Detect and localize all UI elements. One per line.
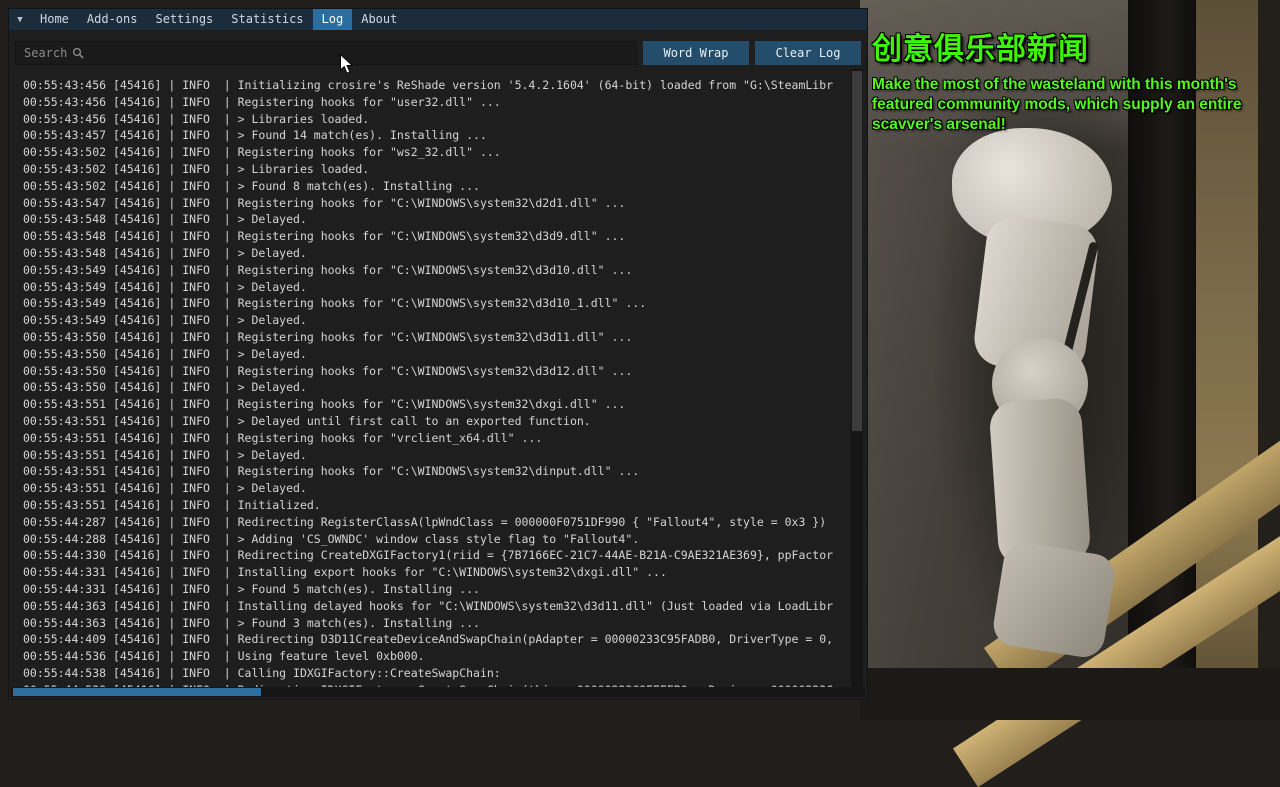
search-input[interactable]: Search (15, 41, 637, 65)
log-line: 00:55:44:287 [45416] | INFO | Redirectin… (23, 514, 827, 529)
log-toolbar: Search Word Wrap Clear Log (15, 41, 861, 65)
log-line: 00:55:44:330 [45416] | INFO | Redirectin… (23, 548, 834, 563)
tab-log[interactable]: Log (312, 9, 353, 30)
log-line: 00:55:43:502 [45416] | INFO | > Found 8 … (23, 178, 480, 193)
log-line: 00:55:43:549 [45416] | INFO | > Delayed. (23, 279, 307, 294)
tab-home[interactable]: Home (31, 9, 78, 30)
news-body-line: scavver's arsenal! (872, 116, 1006, 133)
bg-floor (860, 668, 1280, 720)
log-output[interactable]: 00:55:43:456 [45416] | INFO | Initializi… (15, 69, 847, 689)
log-line: 00:55:43:549 [45416] | INFO | > Delayed. (23, 313, 307, 328)
collapse-arrow-icon[interactable]: ▼ (9, 9, 31, 30)
log-line: 00:55:43:551 [45416] | INFO | > Delayed … (23, 413, 591, 428)
log-line: 00:55:43:551 [45416] | INFO | Registerin… (23, 397, 626, 412)
search-placeholder: Search (24, 46, 68, 60)
clear-log-button[interactable]: Clear Log (755, 41, 861, 65)
log-line: 00:55:44:288 [45416] | INFO | > Adding '… (23, 531, 640, 546)
search-icon (73, 47, 84, 59)
log-line: 00:55:43:551 [45416] | INFO | > Delayed. (23, 447, 307, 462)
log-line: 00:55:43:547 [45416] | INFO | Registerin… (23, 195, 626, 210)
log-line: 00:55:44:363 [45416] | INFO | > Found 3 … (23, 615, 480, 630)
reshade-overlay-window: ▼ Home Add-ons Settings Statistics Log About … (8, 8, 868, 700)
news-body-line: featured community mods, which supply an… (872, 96, 1242, 113)
log-line: 00:55:44:331 [45416] | INFO | Installing… (23, 565, 667, 580)
log-line: 00:55:43:551 [45416] | INFO | > Delayed. (23, 481, 307, 496)
log-line: 00:55:43:550 [45416] | INFO | Registerin… (23, 329, 633, 344)
horizontal-scrollbar[interactable] (11, 687, 865, 697)
log-line: 00:55:44:536 [45416] | INFO | Using feat… (23, 649, 425, 664)
log-line: 00:55:43:550 [45416] | INFO | > Delayed. (23, 380, 307, 395)
log-line: 00:55:44:331 [45416] | INFO | > Found 5 … (23, 581, 480, 596)
log-line: 00:55:43:457 [45416] | INFO | > Found 14… (23, 128, 487, 143)
robot-arm-forearm (988, 396, 1092, 569)
log-line: 00:55:43:456 [45416] | INFO | Registerin… (23, 94, 501, 109)
news-body: Make the most of the wasteland with this… (872, 75, 1274, 135)
vertical-scrollbar[interactable] (851, 69, 863, 689)
log-line: 00:55:43:550 [45416] | INFO | > Delayed. (23, 346, 307, 361)
tab-add-ons[interactable]: Add-ons (78, 9, 147, 30)
mouse-cursor (340, 53, 355, 80)
log-line: 00:55:43:549 [45416] | INFO | Registerin… (23, 262, 633, 277)
log-line: 00:55:44:538 [45416] | INFO | Calling ID… (23, 665, 501, 680)
log-line: 00:55:43:548 [45416] | INFO | > Delayed. (23, 245, 307, 260)
tab-settings[interactable]: Settings (146, 9, 222, 30)
log-line: 00:55:43:551 [45416] | INFO | Initialize… (23, 497, 321, 512)
tab-statistics[interactable]: Statistics (222, 9, 312, 30)
tab-strip: Home Add-ons Settings Statistics Log About (31, 9, 406, 30)
robot-arm-hand (990, 539, 1118, 661)
log-line: 00:55:43:550 [45416] | INFO | Registerin… (23, 363, 633, 378)
log-line: 00:55:43:456 [45416] | INFO | > Librarie… (23, 111, 370, 126)
log-line: 00:55:43:502 [45416] | INFO | > Librarie… (23, 161, 370, 176)
log-line: 00:55:43:548 [45416] | INFO | > Delayed. (23, 212, 307, 227)
news-body-line: Make the most of the wasteland with this… (872, 76, 1237, 93)
log-line: 00:55:43:456 [45416] | INFO | Initializi… (23, 78, 834, 92)
log-line: 00:55:44:363 [45416] | INFO | Installing… (23, 598, 834, 613)
creation-club-news: 创意俱乐部新闻 Make the most of the wasteland w… (872, 24, 1274, 135)
log-line: 00:55:43:551 [45416] | INFO | Registerin… (23, 430, 543, 445)
log-line: 00:55:43:551 [45416] | INFO | Registerin… (23, 464, 640, 479)
log-line: 00:55:43:549 [45416] | INFO | Registerin… (23, 296, 647, 311)
tab-about[interactable]: About (352, 9, 406, 30)
news-title: 创意俱乐部新闻 (872, 33, 1089, 66)
horizontal-scrollbar-thumb[interactable] (13, 688, 261, 696)
log-line: 00:55:43:548 [45416] | INFO | Registerin… (23, 229, 626, 244)
overlay-titlebar: ▼ Home Add-ons Settings Statistics Log About (9, 9, 867, 30)
vertical-scrollbar-thumb[interactable] (852, 71, 862, 431)
word-wrap-button[interactable]: Word Wrap (643, 41, 749, 65)
log-line: 00:55:43:502 [45416] | INFO | Registerin… (23, 145, 501, 160)
log-line: 00:55:44:409 [45416] | INFO | Redirectin… (23, 632, 834, 647)
